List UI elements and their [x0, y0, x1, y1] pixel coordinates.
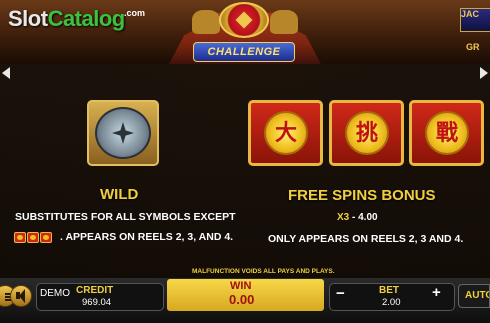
- free-spins-payout: X3 - 4.00: [337, 212, 378, 223]
- bet-decrease-button[interactable]: −: [336, 285, 345, 302]
- game-title-banner: CHALLENGE: [193, 42, 295, 62]
- autoplay-button[interactable]: AUTO: [458, 284, 490, 308]
- bonus-symbol-glyph: 大: [264, 111, 308, 155]
- bonus-symbol-2: 挑: [329, 100, 404, 166]
- bet-label: BET: [379, 285, 399, 296]
- mini-bonus-icon: [27, 232, 39, 243]
- wild-description-line1: SUBSTITUTES FOR ALL SYMBOLS EXCEPT: [15, 211, 236, 223]
- logo-suffix: .com: [124, 8, 146, 18]
- red-medallion-icon: [219, 2, 269, 38]
- jackpot-badge: JAC: [460, 8, 490, 32]
- demo-label: DEMO: [40, 288, 70, 299]
- bet-value: 2.00: [382, 297, 401, 308]
- jackpot-label: JAC: [461, 9, 480, 19]
- silver-coin-icon: [95, 107, 151, 159]
- win-label: WIN: [230, 280, 252, 292]
- mini-bonus-icon: [40, 232, 52, 243]
- guardian-lion-right-icon: [270, 10, 298, 34]
- free-spins-title: FREE SPINS BONUS: [288, 187, 436, 204]
- paytable-panel: [0, 64, 490, 278]
- bonus-symbol-glyph: 挑: [345, 111, 389, 155]
- payout-multiplier: X3: [337, 212, 350, 223]
- logo-main-text: Slot: [8, 6, 48, 31]
- bonus-symbol-3: 戰: [409, 100, 484, 166]
- next-page-arrow-icon[interactable]: [480, 67, 488, 79]
- wild-symbol: [87, 100, 159, 166]
- free-spins-note: ONLY APPEARS ON REELS 2, 3 AND 4.: [268, 233, 464, 245]
- slotcatalog-logo: SlotCatalog: [8, 6, 125, 32]
- win-value: 0.00: [229, 292, 255, 307]
- payout-value: - 4.00: [349, 212, 378, 223]
- bonus-symbol-1: 大: [248, 100, 323, 166]
- wild-title: WILD: [100, 186, 139, 203]
- mini-bonus-icon: [14, 232, 26, 243]
- sound-button[interactable]: [10, 285, 32, 307]
- bonus-symbol-glyph: 戰: [425, 111, 469, 155]
- bet-increase-button[interactable]: +: [432, 284, 441, 301]
- guardian-lion-left-icon: [192, 10, 220, 34]
- wild-description-line2: . APPEARS ON REELS 2, 3, AND 4.: [60, 231, 234, 243]
- credit-label: CREDIT: [76, 285, 114, 296]
- credit-value: 969.04: [82, 297, 112, 308]
- bonus-mini-symbols: [14, 230, 56, 243]
- malfunction-notice: MALFUNCTION VOIDS ALL PAYS AND PLAYS.: [192, 268, 335, 275]
- previous-page-arrow-icon[interactable]: [2, 67, 10, 79]
- logo-accent-text: Catalog: [47, 6, 126, 31]
- grand-label: GR: [466, 42, 480, 52]
